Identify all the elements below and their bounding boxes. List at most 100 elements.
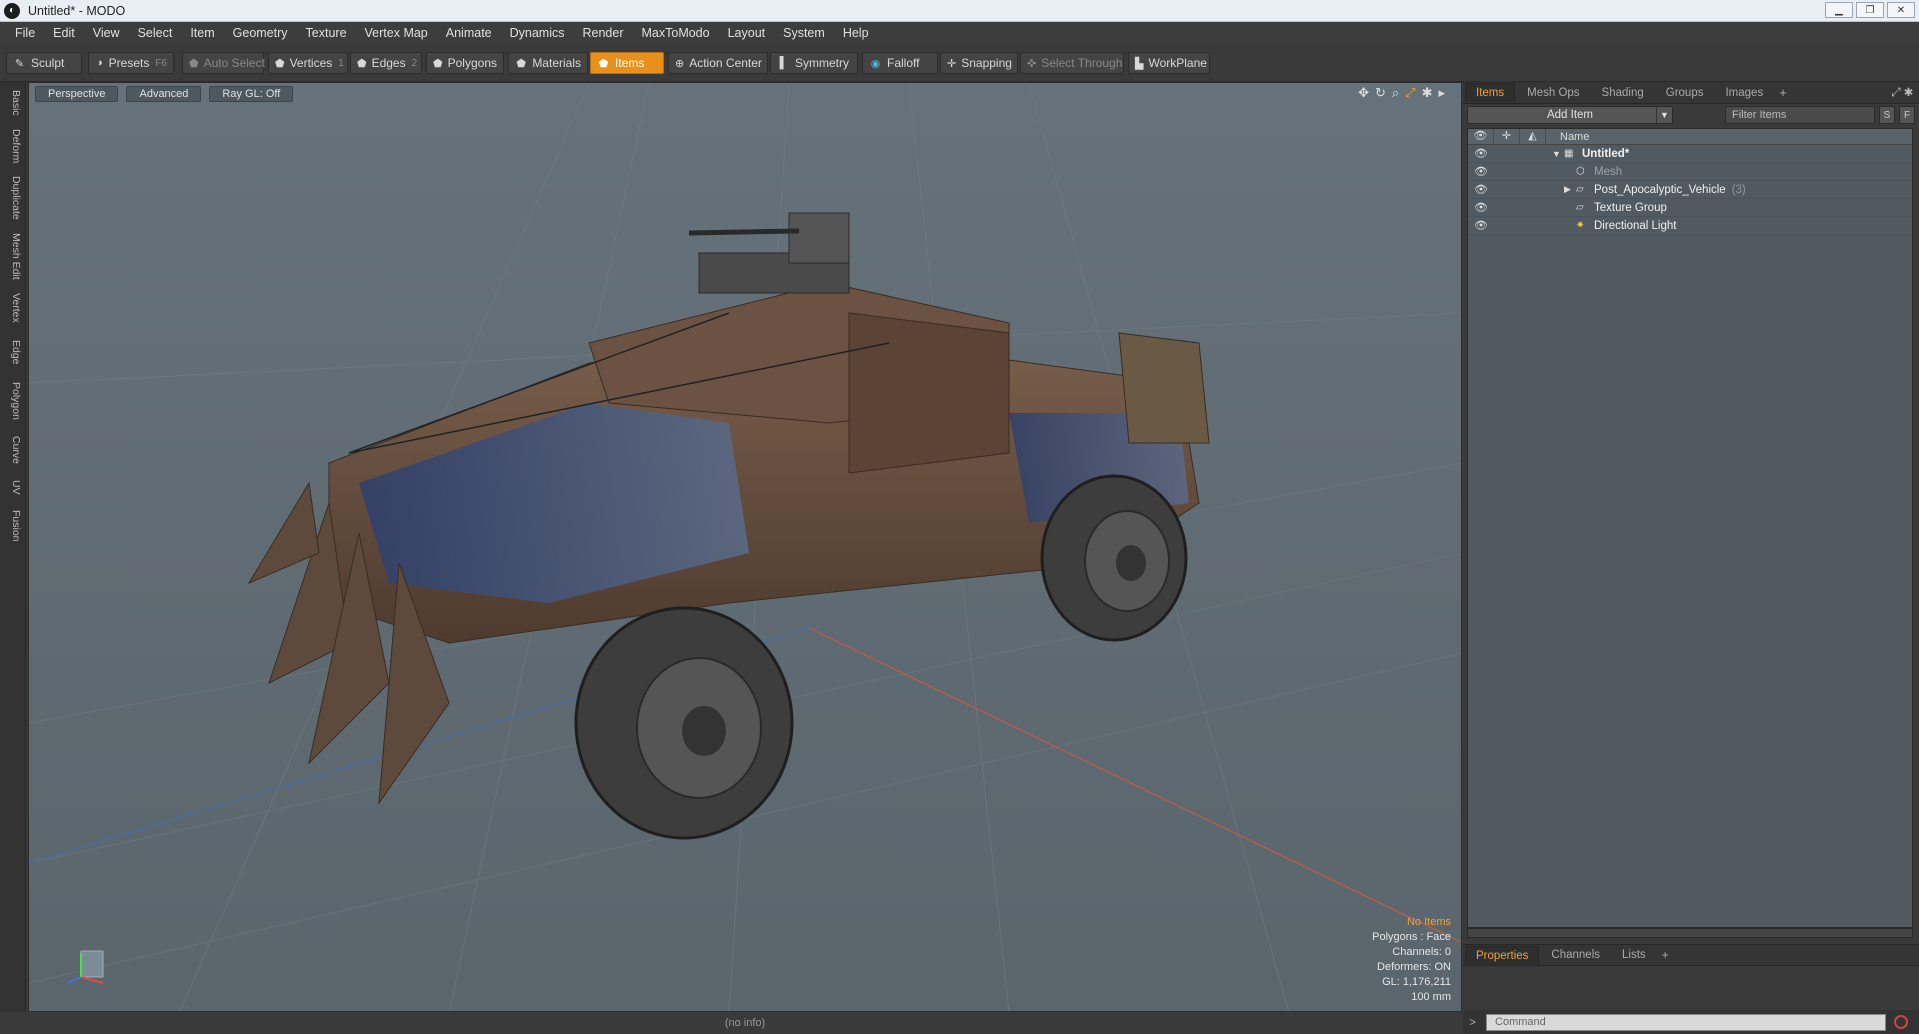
menu-item[interactable]: Item xyxy=(190,26,214,40)
menu-view[interactable]: View xyxy=(93,26,120,40)
menu-edit[interactable]: Edit xyxy=(53,26,75,40)
auto-select-button[interactable]: ⬟ Auto Select xyxy=(182,52,265,74)
tab-lists[interactable]: Lists xyxy=(1612,946,1656,964)
workplane-button[interactable]: ▙ WorkPlane xyxy=(1128,52,1210,74)
add-tab-icon[interactable]: + xyxy=(1662,948,1669,962)
tab-polygon[interactable]: Polygon xyxy=(2,376,22,426)
horizontal-scrollbar[interactable] xyxy=(1467,928,1913,938)
tab-mesh-edit[interactable]: Mesh Edit xyxy=(2,230,22,282)
materials-icon: ⬟ xyxy=(516,57,526,70)
record-icon[interactable] xyxy=(1894,1015,1909,1029)
maximize-button[interactable]: ❐ xyxy=(1856,2,1884,18)
eye-icon[interactable]: 👁 xyxy=(1468,183,1494,196)
symmetry-button[interactable]: ▌ Symmetry xyxy=(770,52,858,74)
tab-groups[interactable]: Groups xyxy=(1656,84,1714,102)
f-button[interactable]: F xyxy=(1899,106,1915,124)
tab-deform[interactable]: Deform xyxy=(2,126,22,166)
tab-fusion[interactable]: Fusion xyxy=(2,506,22,546)
item-label: Texture Group xyxy=(1594,201,1667,214)
s-button[interactable]: S xyxy=(1879,106,1895,124)
tab-basic[interactable]: Basic xyxy=(2,86,22,120)
collapse-arrow-icon[interactable]: ▼ xyxy=(1552,149,1564,159)
list-item[interactable]: 👁 ▱ Texture Group xyxy=(1468,199,1912,217)
polygons-button[interactable]: ⬟ Polygons xyxy=(426,52,504,74)
expand-arrow-icon[interactable]: ▶ xyxy=(1564,184,1576,195)
filter-items-input[interactable]: Filter Items xyxy=(1725,106,1875,124)
tab-duplicate[interactable]: Duplicate xyxy=(2,172,22,224)
menu-texture[interactable]: Texture xyxy=(306,26,347,40)
eye-icon[interactable]: 👁 xyxy=(1468,165,1494,178)
name-column-header: Name xyxy=(1560,130,1590,143)
close-button[interactable]: ✕ xyxy=(1887,2,1915,18)
menu-dynamics[interactable]: Dynamics xyxy=(510,26,565,40)
sculpt-button[interactable]: ✎ Sculpt xyxy=(6,52,82,74)
menu-animate[interactable]: Animate xyxy=(446,26,492,40)
menu-geometry[interactable]: Geometry xyxy=(233,26,288,40)
add-tab-icon[interactable]: + xyxy=(1779,85,1787,100)
tab-edge[interactable]: Edge xyxy=(2,334,22,370)
items-status: No Items xyxy=(1406,916,1451,928)
tab-vertex[interactable]: Vertex xyxy=(2,288,22,328)
snapping-button[interactable]: ✛ Snapping xyxy=(940,52,1018,74)
pan-icon[interactable]: ✥ xyxy=(1358,85,1369,101)
eye-icon[interactable]: 👁 xyxy=(1468,201,1494,214)
tab-channels[interactable]: Channels xyxy=(1541,946,1610,964)
visibility-column-icon[interactable]: 👁 xyxy=(1468,128,1494,145)
render-column-icon[interactable]: ◭ xyxy=(1520,128,1546,145)
list-item[interactable]: 👁 ▶ ▱ Post_Apocalyptic_Vehicle (3) xyxy=(1468,181,1912,199)
action-center-button[interactable]: ⊕ Action Center xyxy=(668,52,768,74)
tab-properties[interactable]: Properties xyxy=(1465,945,1540,965)
list-item[interactable]: 👁 ⬡ Mesh xyxy=(1468,163,1912,181)
chevron-right-icon[interactable]: ▸ xyxy=(1438,85,1445,101)
minimize-button[interactable]: ▁ xyxy=(1825,2,1853,18)
falloff-button[interactable]: ◉ Falloff xyxy=(862,52,938,74)
tree-header: 👁 ✛ ◭ Name xyxy=(1468,128,1912,145)
menu-render[interactable]: Render xyxy=(583,26,624,40)
tab-mesh-ops[interactable]: Mesh Ops xyxy=(1517,84,1589,102)
tab-shading[interactable]: Shading xyxy=(1592,84,1654,102)
scale-status: 100 mm xyxy=(1411,991,1451,1003)
raygl-button[interactable]: Ray GL: Off xyxy=(209,86,294,102)
list-item[interactable]: 👁 ✷ Directional Light xyxy=(1468,217,1912,235)
menu-file[interactable]: File xyxy=(15,26,35,40)
menu-layout[interactable]: Layout xyxy=(728,26,766,40)
shading-button[interactable]: Advanced xyxy=(126,86,202,102)
add-item-button[interactable]: Add Item ▼ xyxy=(1467,106,1673,124)
item-label: Post_Apocalyptic_Vehicle xyxy=(1594,183,1726,196)
items-button[interactable]: ⬟ Items xyxy=(590,52,664,74)
command-input[interactable]: Command xyxy=(1486,1013,1887,1031)
list-item[interactable]: 👁 ▼ ▦ Untitled* xyxy=(1468,145,1912,163)
rotate-icon[interactable]: ↻ xyxy=(1375,85,1386,101)
vertices-button[interactable]: ⬟ Vertices 1 xyxy=(268,52,348,74)
tab-uv[interactable]: UV xyxy=(2,474,22,500)
view-type-button[interactable]: Perspective xyxy=(35,86,119,102)
materials-button[interactable]: ⬟ Materials xyxy=(508,52,588,74)
eye-icon[interactable]: 👁 xyxy=(1468,147,1494,160)
chevron-down-icon[interactable]: ▼ xyxy=(1656,107,1672,123)
menu-help[interactable]: Help xyxy=(843,26,869,40)
select-through-button[interactable]: ✜ Select Through xyxy=(1020,52,1124,74)
presets-button[interactable]: ◑ Presets F6 xyxy=(88,52,174,74)
menu-vertex-map[interactable]: Vertex Map xyxy=(365,26,428,40)
tab-items[interactable]: Items xyxy=(1465,83,1516,102)
symmetry-icon: ▌ xyxy=(779,57,788,69)
tab-curve[interactable]: Curve xyxy=(2,432,22,468)
properties-panel-tabs: Properties Channels Lists + xyxy=(1463,944,1919,966)
menu-maxtomodo[interactable]: MaxToModo xyxy=(642,26,710,40)
lock-column-icon[interactable]: ✛ xyxy=(1494,128,1520,145)
rear-wheel xyxy=(1040,474,1188,642)
eye-icon[interactable]: 👁 xyxy=(1468,219,1494,232)
fit-icon[interactable]: ⤢ xyxy=(1405,85,1415,101)
3d-viewport[interactable]: Perspective Advanced Ray GL: Off ✥ ↻ ⌕ ⤢… xyxy=(28,82,1462,1012)
front-wheel xyxy=(574,606,794,840)
gear-icon[interactable]: ✱ xyxy=(1422,85,1433,101)
edges-icon: ⬟ xyxy=(357,57,367,70)
viewport-info: No Items Polygons : Face Channels: 0 Def… xyxy=(1372,915,1451,1005)
menu-select[interactable]: Select xyxy=(138,26,173,40)
falloff-icon: ◉ xyxy=(870,57,881,70)
zoom-icon[interactable]: ⌕ xyxy=(1392,85,1399,101)
edges-button[interactable]: ⬟ Edges 2 xyxy=(350,52,422,74)
expand-gear-icon[interactable]: ⤢ ✱ xyxy=(1891,85,1913,100)
menu-system[interactable]: System xyxy=(783,26,825,40)
tab-images[interactable]: Images xyxy=(1715,84,1773,102)
